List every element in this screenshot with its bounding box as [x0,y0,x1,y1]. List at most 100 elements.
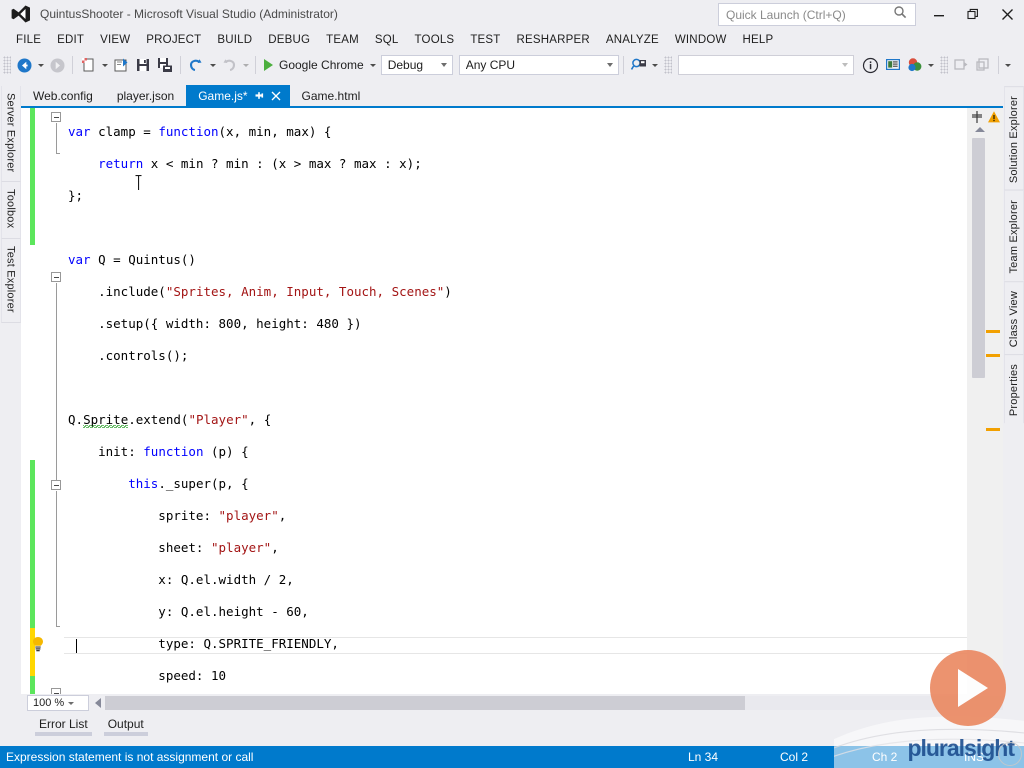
title-bar: QuintusShooter - Microsoft Visual Studio… [0,0,1024,28]
scroll-up-arrow[interactable] [975,127,985,132]
scroll-marker-warning-2 [986,354,1000,357]
objects-dropdown-arrow[interactable] [926,54,937,76]
code-line-7: .setup({ width: 800, height: 480 }) [64,316,700,332]
menu-item-team[interactable]: TEAM [318,31,367,49]
fold-line-step [56,491,57,626]
chevron-down-icon-3 [837,63,853,67]
menu-item-resharper[interactable]: RESHARPER [509,31,598,49]
chevron-down-icon [436,63,452,67]
sidebar-item-solution-explorer[interactable]: Solution Explorer [1004,86,1024,190]
menu-item-debug[interactable]: DEBUG [260,31,318,49]
menu-item-tools[interactable]: TOOLS [407,31,463,49]
zoom-level-combo[interactable]: 100 % [27,695,89,711]
pin-icon[interactable] [253,89,267,103]
toolbar-separator [72,56,73,74]
code-line-3: }; [64,188,700,204]
undo-dropdown-arrow[interactable] [207,54,218,76]
tab-game-js[interactable]: Game.js* [186,85,289,106]
undo-icon[interactable] [185,54,207,76]
quick-launch-box[interactable]: Quick Launch (Ctrl+Q) [718,3,916,26]
sidebar-item-team-explorer[interactable]: Team Explorer [1004,190,1024,281]
find-combo[interactable] [678,55,854,75]
status-message: Expression statement is not assignment o… [0,750,253,764]
zoom-level-value: 100 % [33,697,64,709]
change-bar-saved-3 [30,676,35,694]
menu-item-build[interactable]: BUILD [209,31,260,49]
sidebar-item-server-explorer[interactable]: Server Explorer [1,86,21,182]
tab-error-list[interactable]: Error List [29,714,98,731]
toolbar-grip-3[interactable] [940,56,948,74]
editor-indicator-margin [21,108,49,694]
menu-item-sql[interactable]: SQL [367,31,407,49]
code-line-15: x: Q.el.width / 2, [64,572,700,588]
tab-output-label: Output [108,717,144,731]
start-debugging-button[interactable]: Google Chrome [260,54,368,76]
toolbar-grip[interactable] [3,56,11,74]
navigate-back-icon[interactable] [13,54,35,76]
menu-item-project[interactable]: PROJECT [138,31,209,49]
sidebar-item-toolbox[interactable]: Toolbox [1,182,21,238]
save-all-icon[interactable] [154,54,176,76]
menu-item-window[interactable]: WINDOW [667,31,735,49]
tab-output[interactable]: Output [98,714,154,731]
scroll-left-arrow[interactable] [95,698,101,708]
editor-outlining-margin [49,108,64,694]
tab-output-underline [104,732,148,736]
toolbar-overflow-arrow[interactable] [1003,54,1014,76]
code-text-area[interactable]: var clamp = function(x, min, max) { retu… [64,108,1003,694]
menu-item-file[interactable]: FILE [8,31,49,49]
horizontal-scroll-thumb[interactable] [105,696,745,710]
editor-horizontal-scrollbar[interactable] [93,695,1003,711]
next-bookmark-icon [972,54,994,76]
vertical-scroll-thumb[interactable] [972,138,985,378]
tab-player-json[interactable]: player.json [105,85,186,106]
split-view-icon[interactable] [968,108,985,125]
information-icon[interactable] [860,54,882,76]
redo-dropdown-arrow [240,54,251,76]
menu-item-help[interactable]: HELP [735,31,782,49]
warning-triangle-icon[interactable] [985,108,1002,125]
code-line-12: this._super(p, { [64,476,700,492]
right-tool-rail: Solution Explorer Team Explorer Class Vi… [1003,86,1024,686]
code-line-1: var clamp = function(x, min, max) { [64,124,700,140]
menu-item-test[interactable]: TEST [462,31,508,49]
sidebar-item-properties[interactable]: Properties [1004,354,1024,423]
editor-vertical-scrollbar[interactable] [967,108,1003,694]
standard-toolbar: Google Chrome Debug Any CPU [0,52,1024,78]
code-line-16: y: Q.el.height - 60, [64,604,700,620]
menu-item-analyze[interactable]: ANALYZE [598,31,667,49]
open-file-icon[interactable] [110,54,132,76]
menu-bar: FILE EDIT VIEW PROJECT BUILD DEBUG TEAM … [0,28,1024,52]
start-debugging-dropdown-arrow[interactable] [368,54,379,76]
new-item-icon[interactable] [77,54,99,76]
fold-toggle-step[interactable] [51,480,61,490]
lightbulb-quick-action-icon[interactable] [31,636,45,652]
find-symbol-dropdown-arrow[interactable] [650,54,661,76]
horizontal-scroll-track[interactable] [105,696,1003,710]
server-explorer-icon[interactable] [882,54,904,76]
sidebar-item-class-view[interactable]: Class View [1004,281,1024,354]
fold-toggle-clamp[interactable] [51,112,61,122]
close-icon[interactable] [990,0,1024,28]
find-symbol-icon[interactable] [628,54,650,76]
close-tab-icon[interactable] [268,88,284,104]
restore-icon[interactable] [956,0,990,28]
save-icon[interactable] [132,54,154,76]
solution-configuration-combo[interactable]: Debug [381,55,453,75]
tab-web-config[interactable]: Web.config [21,85,105,106]
navigate-back-dropdown-arrow[interactable] [35,54,46,76]
menu-item-edit[interactable]: EDIT [49,31,92,49]
new-item-dropdown-arrow[interactable] [99,54,110,76]
objects-icon[interactable] [904,54,926,76]
solution-platform-combo[interactable]: Any CPU [459,55,619,75]
toolbar-grip-2[interactable] [664,56,672,74]
status-column: Col 2 [780,750,872,764]
fold-line-clamp [56,123,57,153]
scroll-marker-warning-1 [986,330,1000,333]
tab-game-html[interactable]: Game.html [290,85,373,106]
sidebar-item-test-explorer[interactable]: Test Explorer [1,239,21,323]
minimize-icon[interactable] [922,0,956,28]
fold-toggle-init[interactable] [51,272,61,282]
status-bar: Expression statement is not assignment o… [0,746,1024,768]
menu-item-view[interactable]: VIEW [92,31,138,49]
